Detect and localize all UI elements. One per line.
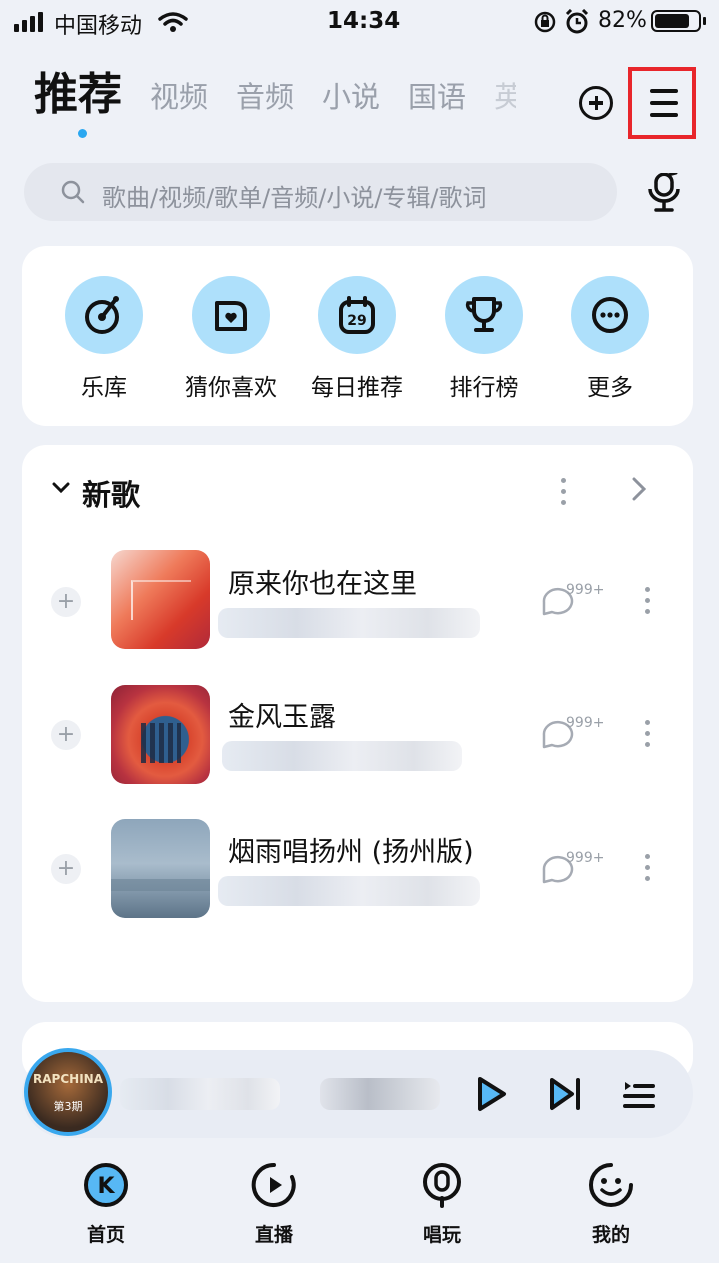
disc-icon	[85, 296, 119, 334]
menu-icon	[650, 89, 678, 93]
tab-video[interactable]: 视频	[150, 74, 208, 122]
voice-search-icon[interactable]	[644, 173, 684, 215]
next-track-icon[interactable]	[546, 1076, 584, 1112]
comment-count: 999+	[566, 850, 605, 866]
alarm-icon	[565, 9, 589, 34]
menu-button[interactable]	[628, 67, 696, 139]
album-cover[interactable]	[111, 819, 210, 918]
tab-novel[interactable]: 小说	[322, 74, 380, 122]
chevron-down-icon[interactable]	[52, 481, 70, 495]
nav-item-sing[interactable]: 唱玩	[397, 1160, 487, 1247]
status-bar: 中国移动 14:34 82%	[0, 0, 719, 44]
rotation-lock-icon	[534, 11, 556, 33]
search-input[interactable]: 歌曲/视频/歌单/音频/小说/专辑/歌词	[102, 178, 487, 213]
song-more-icon[interactable]	[645, 587, 651, 620]
quick-entry-label: 猜你喜欢	[185, 375, 277, 401]
k-icon: K	[84, 1163, 128, 1207]
player-artist-blurred	[320, 1078, 440, 1110]
song-row[interactable]: + 烟雨唱扬州 (扬州版) 999+	[22, 810, 693, 930]
song-row[interactable]: + 金风玉露 999+	[22, 675, 693, 795]
section-title: 新歌	[82, 478, 141, 512]
mic-icon	[423, 1163, 461, 1208]
player-cover[interactable]: RAPCHINA 第3期	[24, 1048, 112, 1136]
song-artist-blurred	[218, 608, 480, 638]
add-button[interactable]	[579, 86, 613, 120]
calendar-icon: 29	[339, 296, 375, 334]
song-row[interactable]: + 原来你也在这里 999+	[22, 540, 693, 660]
quick-entry-label: 更多	[587, 375, 633, 401]
signal-icon	[14, 12, 43, 32]
song-artist-blurred	[218, 876, 480, 906]
add-song-button[interactable]: +	[51, 587, 81, 617]
song-title: 金风玉露	[228, 702, 336, 733]
play-icon[interactable]	[472, 1074, 510, 1114]
wifi-icon	[158, 12, 188, 32]
quick-entry-daily[interactable]: 29 每日推荐	[307, 276, 407, 402]
smile-icon	[589, 1163, 633, 1207]
tab-mandarin[interactable]: 国语	[408, 74, 466, 122]
nav-label: 我的	[591, 1224, 630, 1246]
cover-text: RAPCHINA	[33, 1072, 103, 1086]
player-song-blurred	[120, 1078, 280, 1110]
quick-entry-label: 排行榜	[449, 375, 519, 401]
quick-entry-library[interactable]: 乐库	[54, 276, 154, 402]
nav-label: 唱玩	[422, 1224, 461, 1246]
clock: 14:34	[327, 8, 401, 34]
quick-entry-label: 每日推荐	[311, 375, 403, 401]
song-artist-blurred	[222, 741, 462, 771]
trophy-icon	[465, 297, 503, 332]
comment-count: 999+	[566, 715, 605, 731]
nav-label: 首页	[86, 1224, 125, 1246]
song-title: 烟雨唱扬州 (扬州版)	[228, 837, 474, 868]
heart-box-icon	[215, 301, 247, 331]
nav-item-mine[interactable]: 我的	[566, 1160, 656, 1247]
album-cover[interactable]	[111, 685, 210, 784]
chevron-right-icon[interactable]	[630, 476, 648, 502]
comment-count: 999+	[566, 582, 605, 598]
more-icon	[592, 297, 628, 333]
quick-entry-guess-you-like[interactable]: 猜你喜欢	[181, 276, 281, 402]
song-title: 原来你也在这里	[228, 569, 417, 600]
add-song-button[interactable]: +	[51, 854, 81, 884]
svg-text:K: K	[97, 1174, 115, 1199]
nav-item-home[interactable]: K 首页	[61, 1160, 151, 1247]
nav-item-live[interactable]: 直播	[229, 1160, 319, 1247]
tab-english[interactable]: 英	[494, 74, 516, 122]
active-tab-indicator	[78, 129, 87, 138]
song-more-icon[interactable]	[645, 854, 651, 887]
tab-audio[interactable]: 音频	[236, 74, 294, 122]
album-cover[interactable]	[111, 550, 210, 649]
playlist-icon[interactable]	[621, 1078, 657, 1110]
add-song-button[interactable]: +	[51, 720, 81, 750]
live-play-icon	[251, 1162, 296, 1207]
battery-percent: 82%	[598, 8, 647, 33]
search-icon	[61, 180, 85, 204]
tab-recommend[interactable]: 推荐	[34, 58, 122, 122]
top-tabs: 推荐 视频 音频 小说 国语 英	[34, 62, 516, 122]
song-more-icon[interactable]	[645, 720, 651, 753]
calendar-day: 29	[347, 313, 366, 329]
battery-icon	[651, 10, 701, 32]
carrier-name: 中国移动	[54, 14, 143, 39]
cover-subtext: 第3期	[53, 1100, 83, 1113]
section-more-icon[interactable]	[561, 478, 567, 511]
quick-entry-charts[interactable]: 排行榜	[434, 276, 534, 402]
quick-entry-more[interactable]: 更多	[560, 276, 660, 402]
nav-label: 直播	[254, 1224, 293, 1246]
quick-entry-label: 乐库	[81, 375, 127, 401]
